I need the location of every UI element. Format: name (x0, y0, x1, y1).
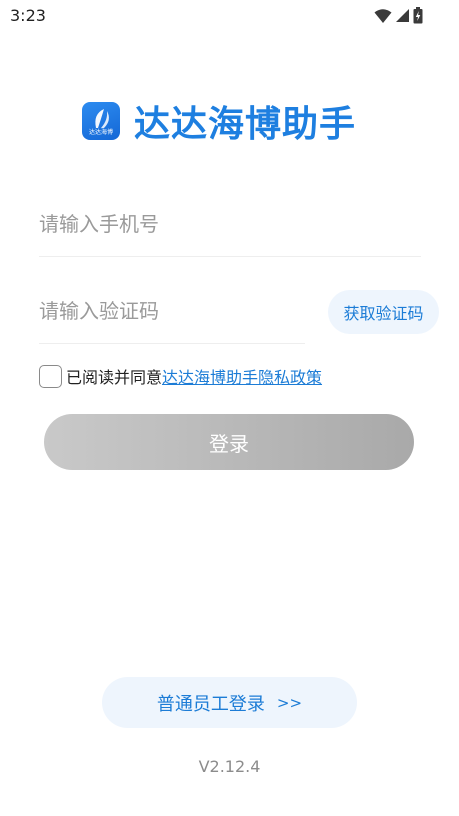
phone-divider (39, 256, 421, 257)
app-title: 达达海博助手 (134, 104, 357, 145)
privacy-agreement: 已阅读并同意 达达海博助手隐私政策 (39, 364, 322, 388)
get-verification-code-button[interactable]: 获取验证码 (328, 290, 439, 334)
app-version: V2.12.4 (198, 757, 261, 776)
login-label: 登录 (209, 431, 249, 456)
staff-login-button[interactable]: 普通员工登录 >> (102, 677, 357, 728)
double-chevron-right-icon: >> (276, 693, 303, 712)
code-divider (39, 343, 305, 344)
phone-input[interactable] (39, 212, 421, 236)
app-logo: 达达海博 (82, 102, 120, 140)
code-field[interactable] (39, 299, 305, 323)
logo-caption: 达达海博 (88, 129, 113, 136)
agree-text: 已阅读并同意 (66, 368, 163, 387)
status-bar: 3:23 (0, 0, 459, 32)
verification-code-input[interactable] (39, 299, 305, 323)
phone-field[interactable] (39, 212, 421, 236)
wifi-icon (374, 8, 392, 28)
agree-checkbox[interactable] (39, 364, 62, 388)
privacy-policy-link[interactable]: 达达海博助手隐私政策 (162, 364, 322, 388)
status-time: 3:23 (10, 6, 46, 25)
get-code-label: 获取验证码 (343, 304, 424, 323)
battery-charging-icon (413, 7, 423, 28)
login-button[interactable]: 登录 (44, 414, 414, 470)
status-icons (374, 7, 423, 28)
staff-login-label: 普通员工登录 (156, 693, 265, 715)
cellular-signal-icon (395, 8, 410, 27)
brand-header: 达达海博 达达海博助手 (82, 95, 356, 147)
